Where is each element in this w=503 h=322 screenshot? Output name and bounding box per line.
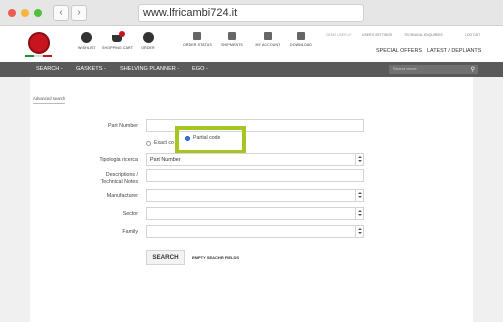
advanced-search-tab[interactable]: Advanced search	[33, 96, 66, 104]
account-icon	[264, 32, 272, 40]
download-icon	[297, 32, 305, 40]
logout-link[interactable]: LOG OUT	[465, 33, 480, 37]
cart-badge	[119, 31, 125, 37]
main-menu: SEARCH - GASKETS - SHELVING PLANNER - EG…	[0, 62, 503, 77]
shopping-cart-icon	[111, 31, 125, 43]
technical-enquiries-link[interactable]: TECHNICAL ENQUIRIES	[404, 33, 443, 37]
header-shopping-cart[interactable]: SHOPPING CART	[102, 31, 133, 50]
forward-button[interactable]: ›	[71, 5, 87, 21]
technical-notes-label: Technical Notes	[100, 179, 138, 185]
tipologia-select[interactable]: Part Number	[146, 153, 364, 166]
empty-search-fields-link[interactable]: EMPTY SEACHR FIELDS	[192, 255, 239, 260]
header-my-account[interactable]: MY ACCOUNT	[254, 32, 282, 47]
select-arrow-icon	[355, 154, 363, 165]
address-bar[interactable]: www.lfricambi724.it	[138, 4, 364, 22]
header-download[interactable]: DOWNLOAD	[288, 32, 314, 47]
menu-gaskets[interactable]: GASKETS -	[76, 66, 106, 72]
minimize-window-icon[interactable]	[21, 9, 29, 17]
header-order-status[interactable]: ORDER STATUS	[183, 32, 212, 47]
header-shipments[interactable]: SHIPMENTS	[219, 32, 245, 47]
select-arrow-icon	[355, 208, 363, 219]
part-number-label: Part Number	[107, 123, 138, 129]
highlight-box: Partial code	[175, 126, 246, 154]
truck-icon	[228, 32, 236, 40]
logo-emblem-icon	[28, 32, 50, 54]
family-label: Family	[122, 229, 138, 235]
descriptions-input[interactable]	[146, 169, 364, 182]
menu-ego[interactable]: EGO -	[192, 66, 208, 72]
tipologia-label: Tipologia ricerca	[99, 157, 138, 163]
search-icon[interactable]: ⚲	[471, 66, 475, 73]
order-icon	[142, 32, 154, 43]
manufacturer-select[interactable]	[146, 189, 364, 202]
menu-shelving-planner[interactable]: SHELVING PLANNER -	[120, 66, 179, 72]
header-wishlist[interactable]: WISHLIST	[78, 32, 96, 50]
special-offers-link[interactable]: SPECIAL OFFERS	[376, 48, 422, 54]
descriptions-label: Descriptions /	[105, 172, 138, 178]
search-button[interactable]: SEARCH	[146, 250, 185, 265]
browser-chrome: ‹ › www.lfricambi724.it	[0, 0, 503, 26]
site-logo[interactable]	[21, 32, 61, 58]
site-header: WISHLIST SHOPPING CART ORDER ORDER STATU…	[0, 26, 503, 62]
family-select[interactable]	[146, 225, 364, 238]
exact-code-radio[interactable]	[146, 141, 151, 146]
maximize-window-icon[interactable]	[34, 9, 42, 17]
back-button[interactable]: ‹	[53, 5, 69, 21]
sector-select[interactable]	[146, 207, 364, 220]
sector-label: Sector	[122, 211, 138, 217]
current-user: DEMO USER LF	[326, 33, 352, 37]
partial-code-radio[interactable]	[185, 136, 190, 141]
header-order[interactable]: ORDER	[140, 32, 156, 50]
order-status-icon	[193, 32, 201, 40]
close-window-icon[interactable]	[8, 9, 16, 17]
wishlist-icon	[80, 32, 92, 43]
user-settings-link[interactable]: USER'S SETTINGS	[362, 33, 392, 37]
quick-search-input[interactable]: Ricerca veloce ⚲	[389, 65, 478, 74]
select-arrow-icon	[355, 226, 363, 237]
main-content: Advanced search Part Number Exact co Par…	[30, 77, 473, 322]
manufacturer-label: Manufacturer	[106, 193, 138, 199]
menu-search[interactable]: SEARCH -	[36, 66, 63, 72]
latest-depliants-link[interactable]: LATEST / DEPLIANTS	[427, 48, 481, 54]
select-arrow-icon	[355, 190, 363, 201]
